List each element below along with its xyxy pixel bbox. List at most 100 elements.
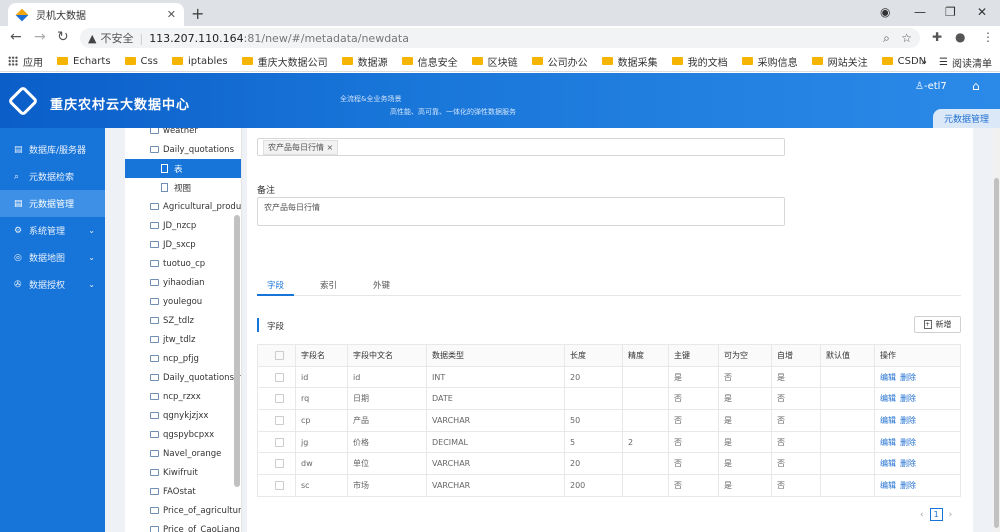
edit-link[interactable]: 编辑	[880, 481, 896, 490]
extensions-icon[interactable]: ✚	[932, 30, 942, 44]
tree-node-label: 表	[174, 164, 183, 175]
sidebar-item-metadata-search[interactable]: ⌕ 元数据检索	[0, 163, 105, 190]
edit-link[interactable]: 编辑	[880, 438, 896, 447]
profile-icon[interactable]: ●	[955, 30, 965, 44]
row-checkbox[interactable]	[274, 372, 284, 382]
bookmark-item[interactable]: Css	[124, 56, 158, 67]
url-field[interactable]: ▲ 不安全 | 113.207.110.164:81/new/#/metadat…	[80, 28, 920, 48]
tree-folder-node[interactable]: qgspybcpxx	[125, 425, 241, 444]
row-checkbox[interactable]	[274, 437, 284, 447]
tree-folder-node[interactable]: Agricultural_produ	[125, 197, 241, 216]
menu-icon[interactable]: ⋮	[982, 30, 994, 44]
sidebar-item-data-map[interactable]: ◎ 数据地图 ⌄	[0, 244, 105, 271]
delete-link[interactable]: 删除	[900, 481, 916, 490]
tag-close-icon[interactable]: ×	[327, 143, 334, 152]
back-button[interactable]: ←	[10, 29, 22, 45]
tree-folder-node[interactable]: JD_nzcp	[125, 216, 241, 235]
browser-tab[interactable]: 灵机大数据 ✕	[8, 3, 184, 26]
tree-folder-node[interactable]: ncp_rzxx	[125, 387, 241, 406]
bookmark-item[interactable]: 网站关注	[811, 54, 868, 69]
bookmark-item[interactable]: 数据源	[341, 54, 388, 69]
edit-link[interactable]: 编辑	[880, 459, 896, 468]
forward-button[interactable]: →	[34, 29, 46, 45]
bookmark-item[interactable]: 公司办公	[531, 54, 588, 69]
tree-folder-node[interactable]: Kiwifruit	[125, 463, 241, 482]
edit-link[interactable]: 编辑	[880, 373, 896, 382]
tree-folder-node[interactable]: Daily_quotations	[125, 140, 241, 159]
prev-page-button[interactable]: ‹	[920, 510, 924, 520]
sidebar-item-system-management[interactable]: ⚙ 系统管理 ⌄	[0, 217, 105, 244]
tag-select[interactable]: 农产品每日行情 ×	[257, 138, 785, 156]
row-checkbox[interactable]	[274, 480, 284, 490]
tree-folder-node[interactable]: SZ_tdlz	[125, 311, 241, 330]
tree-folder-node[interactable]: Price_of_agricultur	[125, 501, 241, 520]
note-textarea[interactable]: 农产品每日行情	[257, 197, 785, 226]
sidebar-item-database-server[interactable]: ▤ 数据库/服务器	[0, 136, 105, 163]
current-page-tab[interactable]: 元数据管理	[933, 109, 1000, 128]
tree-folder-node[interactable]: jtw_tdlz	[125, 330, 241, 349]
tree-folder-node[interactable]: Price_of_CaoLiang	[125, 520, 241, 532]
bookmark-item[interactable]: 区块链	[471, 54, 518, 69]
tab-search-icon[interactable]: ◉	[880, 5, 890, 19]
zoom-star-icons[interactable]: ⌕ ☆	[883, 31, 912, 46]
delete-link[interactable]: 删除	[900, 438, 916, 447]
new-tab-button[interactable]: +	[191, 4, 204, 23]
bookmark-item[interactable]: 数据采集	[601, 54, 658, 69]
row-checkbox[interactable]	[274, 415, 284, 425]
tree-folder-node[interactable]: FAOstat	[125, 482, 241, 501]
bookmark-item[interactable]: Echarts	[57, 56, 111, 67]
maximize-button[interactable]: ❐	[945, 5, 956, 19]
tree-scrollbar[interactable]	[234, 215, 240, 487]
tree-folder-node[interactable]: yihaodian	[125, 273, 241, 292]
bookmark-item[interactable]: iptables	[171, 56, 228, 67]
folder-icon	[401, 57, 413, 65]
edit-link[interactable]: 编辑	[880, 416, 896, 425]
main-scrollbar[interactable]	[993, 128, 1000, 532]
home-icon[interactable]: ⌂	[972, 79, 980, 93]
tree-folder-node[interactable]: JD_sxcp	[125, 235, 241, 254]
bookmark-apps[interactable]: 应用	[8, 54, 43, 69]
delete-link[interactable]: 删除	[900, 459, 916, 468]
tree-folder-node[interactable]: tuotuo_cp	[125, 254, 241, 273]
bookmark-item[interactable]: 信息安全	[401, 54, 458, 69]
user-menu[interactable]: ♙-etl7	[915, 81, 947, 92]
bookmark-item[interactable]: 重庆大数据公司	[241, 54, 328, 69]
bookmark-item[interactable]: 我的文档	[671, 54, 728, 69]
tree-folder-node[interactable]: youlegou	[125, 292, 241, 311]
tree-node-label: Agricultural_produ	[163, 201, 242, 212]
tree-folder-node[interactable]: Navel_orange	[125, 444, 241, 463]
tree-folder-node[interactable]: ncp_pfjg	[125, 349, 241, 368]
reload-button[interactable]: ↻	[57, 29, 69, 45]
tree-folder-node[interactable]: weather	[125, 128, 241, 140]
table-cell: id	[347, 365, 427, 389]
add-field-button[interactable]: + 新增	[914, 316, 961, 333]
tree-folder-node[interactable]: Daily_quotations_rc	[125, 368, 241, 387]
tab-fields[interactable]: 字段	[257, 276, 295, 296]
minimize-button[interactable]: —	[914, 5, 926, 19]
reading-list-button[interactable]: 阅读清单	[952, 55, 992, 70]
delete-link[interactable]: 删除	[900, 394, 916, 403]
close-window-button[interactable]: ✕	[977, 5, 987, 19]
close-tab-icon[interactable]: ✕	[167, 8, 176, 21]
select-all-checkbox[interactable]	[274, 350, 284, 360]
tab-indexes[interactable]: 索引	[310, 276, 347, 296]
page-number-button[interactable]: 1	[929, 508, 943, 521]
tree-leaf-node[interactable]: 视图	[125, 178, 241, 197]
row-checkbox[interactable]	[274, 459, 284, 469]
sidebar-item-data-authorization[interactable]: ✇ 数据授权 ⌄	[0, 271, 105, 298]
bookmark-item[interactable]: 采购信息	[741, 54, 798, 69]
tree-folder-node[interactable]: qgnykjzjxx	[125, 406, 241, 425]
delete-link[interactable]: 删除	[900, 373, 916, 382]
table-cell: VARCHAR	[426, 474, 565, 497]
scrollbar-thumb[interactable]	[994, 178, 999, 528]
actions-cell: 编辑 删除	[874, 474, 961, 497]
sidebar-item-metadata-management[interactable]: ▤ 元数据管理	[0, 190, 105, 217]
tab-foreign-keys[interactable]: 外键	[363, 276, 400, 296]
bookmark-item[interactable]: CSDN	[881, 56, 926, 67]
row-checkbox[interactable]	[274, 394, 284, 404]
next-page-button[interactable]: ›	[949, 510, 953, 520]
more-bookmarks-button[interactable]: »	[921, 57, 927, 68]
delete-link[interactable]: 删除	[900, 416, 916, 425]
tree-leaf-node[interactable]: 表	[125, 159, 241, 178]
edit-link[interactable]: 编辑	[880, 394, 896, 403]
